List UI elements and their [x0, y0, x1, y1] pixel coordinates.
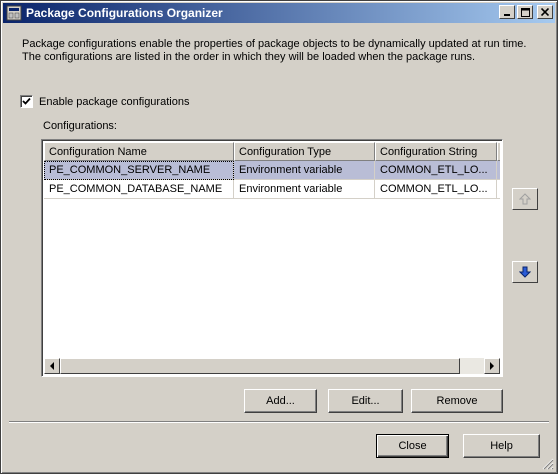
- close-window-button[interactable]: [537, 5, 553, 19]
- footer-divider: [9, 421, 549, 423]
- scroll-right-button[interactable]: [484, 358, 500, 374]
- title-bar[interactable]: Package Configurations Organizer: [3, 3, 555, 23]
- checkmark-icon: [22, 97, 31, 105]
- table-row[interactable]: PE_COMMON_DATABASE_NAME Environment vari…: [44, 180, 500, 199]
- window-controls: [499, 5, 553, 19]
- help-button[interactable]: Help: [463, 434, 540, 458]
- column-header-configuration-name[interactable]: Configuration Name: [44, 142, 234, 161]
- column-header-configuration-type[interactable]: Configuration Type: [234, 142, 375, 161]
- maximize-icon: [520, 7, 530, 17]
- cell-configuration-type: Environment variable: [234, 161, 375, 180]
- arrow-right-icon: [490, 362, 494, 370]
- window-title: Package Configurations Organizer: [26, 6, 223, 20]
- resize-grip-icon[interactable]: [542, 458, 554, 470]
- column-header-target[interactable]: T: [497, 142, 500, 161]
- table-row[interactable]: PE_COMMON_SERVER_NAME Environment variab…: [44, 161, 500, 180]
- horizontal-scrollbar[interactable]: [44, 358, 500, 374]
- scroll-left-button[interactable]: [44, 358, 60, 374]
- description-line-1: Package configurations enable the proper…: [22, 38, 527, 50]
- cell-configuration-string: COMMON_ETL_LO...: [375, 180, 497, 199]
- move-down-button[interactable]: [512, 261, 538, 283]
- column-header-configuration-string[interactable]: Configuration String: [375, 142, 497, 161]
- cell-configuration-name: PE_COMMON_SERVER_NAME: [44, 161, 234, 180]
- arrow-up-icon: [519, 193, 531, 205]
- description-text: Package configurations enable the proper…: [22, 38, 542, 64]
- arrow-left-icon: [50, 362, 54, 370]
- cell-configuration-type: Environment variable: [234, 180, 375, 199]
- maximize-button[interactable]: [517, 5, 533, 19]
- edit-button[interactable]: Edit...: [328, 389, 403, 413]
- close-icon: [541, 8, 549, 16]
- arrow-down-icon: [519, 266, 531, 278]
- remove-button[interactable]: Remove: [411, 389, 503, 413]
- app-icon: [6, 5, 22, 21]
- cell-target: [497, 180, 500, 199]
- add-button[interactable]: Add...: [244, 389, 317, 413]
- move-up-button[interactable]: [512, 188, 538, 210]
- package-configurations-window: Package Configurations Organizer Package…: [0, 0, 558, 474]
- configurations-label: Configurations:: [43, 120, 117, 132]
- minimize-icon: [504, 14, 510, 16]
- scrollbar-thumb[interactable]: [60, 358, 460, 374]
- configurations-list[interactable]: Configuration Name Configuration Type Co…: [41, 139, 503, 377]
- cell-target: [497, 161, 500, 180]
- list-header: Configuration Name Configuration Type Co…: [44, 142, 500, 161]
- cell-configuration-string: COMMON_ETL_LO...: [375, 161, 497, 180]
- enable-configurations-checkbox[interactable]: [20, 95, 33, 108]
- minimize-button[interactable]: [499, 5, 515, 19]
- enable-configurations-label: Enable package configurations: [39, 95, 190, 108]
- enable-configurations-row[interactable]: Enable package configurations: [20, 95, 189, 108]
- cell-configuration-name: PE_COMMON_DATABASE_NAME: [44, 180, 234, 199]
- description-line-2: The configurations are listed in the ord…: [22, 51, 476, 63]
- close-button[interactable]: Close: [376, 434, 449, 458]
